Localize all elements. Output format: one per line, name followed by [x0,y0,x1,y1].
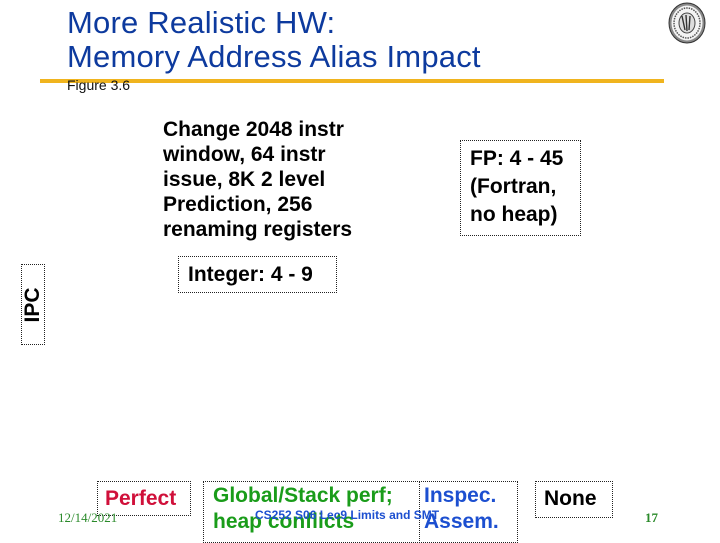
inspec-line: Inspec. [424,484,497,507]
figure-caption: Figure 3.6 [67,77,131,93]
description-line: renaming registers [163,218,353,241]
configuration-description: Change 2048 instr window, 64 instr issue… [163,117,423,242]
description-line: Prediction, 256 [163,193,313,216]
description-line: issue, 8K 2 level [163,168,326,191]
fp-line: (Fortran, [470,175,557,198]
page-number: 17 [645,510,658,525]
ipc-axis-label: IPC [21,264,45,345]
integer-range-box: Integer: 4 - 9 [178,256,337,293]
ipc-label-text: IPC [21,286,44,323]
title-rule-extension [486,79,664,83]
title-line-1: More Realistic HW: [67,5,336,40]
slide-title: More Realistic HW: Memory Address Alias … [67,6,481,74]
global-line: Global/Stack perf; [213,484,393,507]
title-line-2: Memory Address Alias Impact [67,39,481,74]
description-line: window, 64 instr [163,143,326,166]
category-none: None [535,481,613,518]
university-seal-icon [668,2,706,44]
footer-course: CS252 S06 Lec9 Limits and SMT [255,508,440,522]
fp-line: no heap) [470,203,558,226]
footer-date: 12/14/2021 [58,510,118,525]
description-line: Change 2048 instr [163,118,344,141]
fp-range-box: FP: 4 - 45 (Fortran, no heap) [460,140,581,236]
fp-line: FP: 4 - 45 [470,147,564,170]
